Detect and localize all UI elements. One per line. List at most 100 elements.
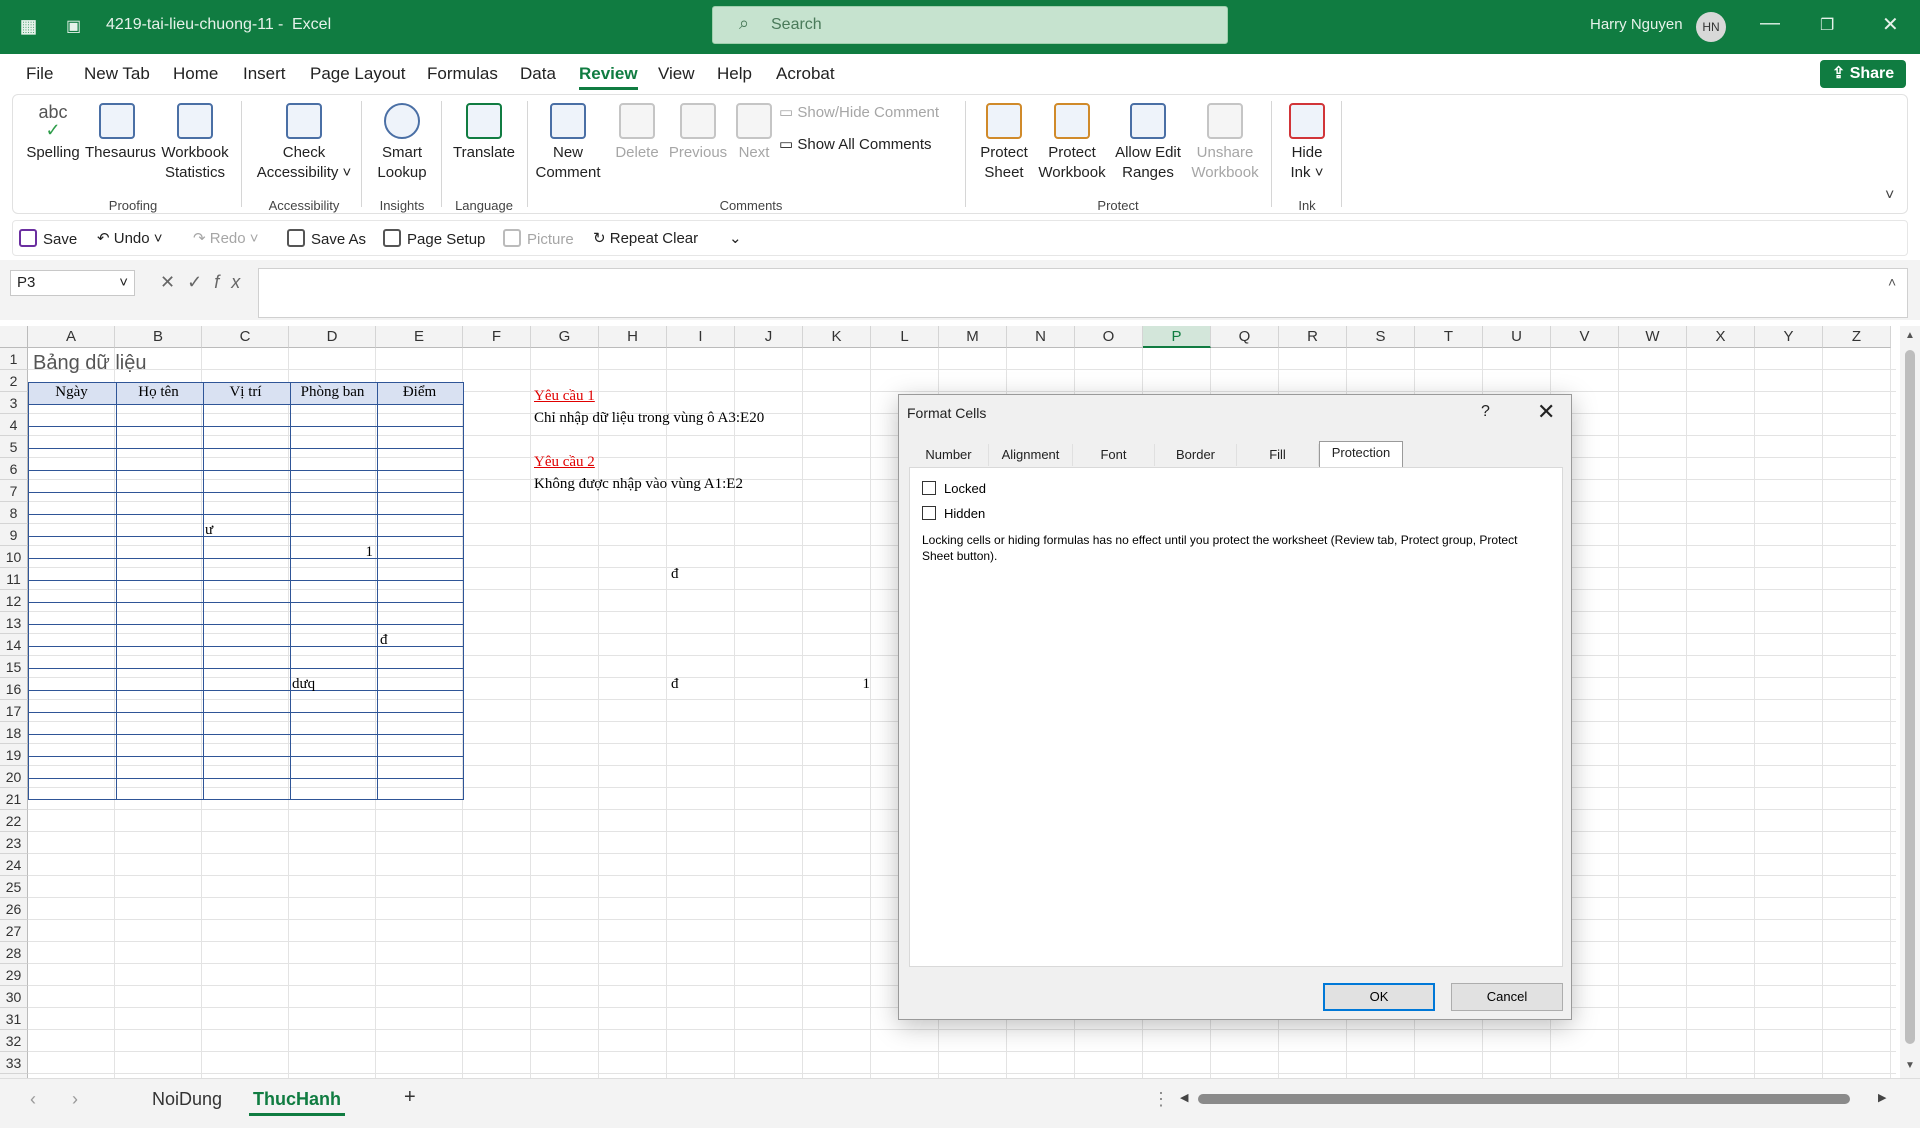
qat-redo-button[interactable]: ↷ Redo ˅ [193,229,259,247]
tab-view[interactable]: View [658,64,695,84]
row-header[interactable]: 32 [0,1030,28,1052]
column-header[interactable]: X [1687,326,1755,348]
scroll-right-icon[interactable]: ▶ [1878,1091,1886,1104]
locked-checkbox[interactable] [922,481,936,495]
column-header[interactable]: M [939,326,1007,348]
row-header[interactable]: 20 [0,766,28,788]
column-header[interactable]: N [1007,326,1075,348]
tab-file[interactable]: File [26,64,53,84]
row-header[interactable]: 30 [0,986,28,1008]
translate-button[interactable]: Translate [447,103,521,163]
column-header[interactable]: E [376,326,463,348]
scroll-up-icon[interactable]: ▲ [1905,330,1915,341]
expand-formula-bar-icon[interactable]: ˄ [1888,274,1896,290]
cell-e13[interactable]: đ [380,632,388,649]
spelling-button[interactable]: abc ✓ Spelling [25,103,81,163]
row-header[interactable]: 8 [0,502,28,524]
tab-number[interactable]: Number [909,444,989,466]
workbook-statistics-button[interactable]: Workbook Statistics [159,103,231,183]
row-header[interactable]: 16 [0,678,28,700]
column-header[interactable]: V [1551,326,1619,348]
row-header[interactable]: 21 [0,788,28,810]
check-accessibility-button[interactable]: Check Accessibility ˅ [249,103,359,183]
row-header[interactable]: 23 [0,832,28,854]
column-header[interactable]: I [667,326,735,348]
scroll-down-icon[interactable]: ▼ [1905,1060,1915,1071]
previous-comment-button[interactable]: Previous [667,103,729,163]
column-header[interactable]: Z [1823,326,1891,348]
cell-i10[interactable]: đ [671,566,679,583]
qat-page-setup-button[interactable]: Page Setup [383,229,485,248]
column-header[interactable]: F [463,326,531,348]
vertical-scrollbar[interactable]: ▲ ▼ [1900,326,1920,1078]
show-hide-comment-button[interactable]: ▭ Show/Hide Comment [779,103,959,123]
tab-protection[interactable]: Protection [1319,441,1403,467]
sheet-tab-noidung[interactable]: NoiDung [152,1089,222,1110]
requirement-1-text[interactable]: Chỉ nhập dữ liệu trong vùng ô A3:E20 [534,410,764,427]
column-header[interactable]: U [1483,326,1551,348]
column-header[interactable]: C [202,326,289,348]
tab-data[interactable]: Data [520,64,556,84]
tab-split-handle-icon[interactable]: ⋮ [1152,1089,1170,1110]
qat-save-button[interactable]: Save [19,229,77,248]
delete-comment-button[interactable]: Delete [609,103,665,163]
row-header[interactable]: 18 [0,722,28,744]
column-header[interactable]: Y [1755,326,1823,348]
column-header[interactable]: H [599,326,667,348]
tab-acrobat[interactable]: Acrobat [776,64,835,84]
row-header[interactable]: 13 [0,612,28,634]
row-header[interactable]: 10 [0,546,28,568]
tab-help[interactable]: Help [717,64,752,84]
smart-lookup-button[interactable]: Smart Lookup [369,103,435,183]
tab-fill[interactable]: Fill [1237,444,1319,466]
header-ho-ten[interactable]: Họ tên [115,384,202,401]
cell-k15[interactable]: 1 [800,676,871,693]
scroll-left-icon[interactable]: ◀ [1180,1091,1188,1104]
row-header[interactable]: 17 [0,700,28,722]
locked-label[interactable]: Locked [944,481,986,496]
tab-alignment[interactable]: Alignment [989,444,1073,466]
row-header[interactable]: 25 [0,876,28,898]
column-header[interactable]: L [871,326,939,348]
protect-workbook-button[interactable]: Protect Workbook [1035,103,1109,183]
row-header[interactable]: 14 [0,634,28,656]
horizontal-scroll-thumb[interactable] [1198,1094,1850,1104]
hidden-checkbox[interactable] [922,506,936,520]
column-header[interactable]: R [1279,326,1347,348]
row-header[interactable]: 31 [0,1008,28,1030]
column-header[interactable]: Q [1211,326,1279,348]
thesaurus-button[interactable]: Thesaurus [85,103,156,163]
search-box[interactable]: ⌕ Search [712,6,1228,44]
row-header[interactable]: 1 [0,348,28,370]
column-header[interactable]: D [289,326,376,348]
requirement-1-title[interactable]: Yêu cầu 1 [534,388,595,405]
user-name[interactable]: Harry Nguyen [1590,16,1683,33]
column-header[interactable]: B [115,326,202,348]
help-icon[interactable]: ? [1481,403,1490,421]
minimize-icon[interactable]: — [1760,12,1780,35]
sheet-tab-thuchanh[interactable]: ThucHanh [249,1089,345,1116]
vertical-scroll-thumb[interactable] [1905,350,1915,1044]
tab-border[interactable]: Border [1155,444,1237,466]
ok-button[interactable]: OK [1323,983,1435,1011]
row-header[interactable]: 2 [0,370,28,392]
tab-scroll-left-icon[interactable]: ‹ [30,1089,36,1110]
column-header[interactable]: P [1143,326,1211,348]
row-header[interactable]: 5 [0,436,28,458]
qat-customize-icon[interactable]: ⌄ [729,229,742,247]
row-header[interactable]: 28 [0,942,28,964]
cell-c8[interactable]: ư [205,522,213,539]
row-header[interactable]: 12 [0,590,28,612]
qat-save-as-button[interactable]: Save As [287,229,366,248]
show-all-comments-button[interactable]: ▭ Show All Comments [779,135,959,155]
tab-review[interactable]: Review [579,64,638,90]
qat-undo-button[interactable]: ↶ Undo ˅ [97,229,163,247]
row-header[interactable]: 26 [0,898,28,920]
tab-home[interactable]: Home [173,64,218,84]
column-header[interactable]: O [1075,326,1143,348]
sheet-title[interactable]: Bảng dữ liệu [33,352,146,375]
column-header[interactable]: T [1415,326,1483,348]
next-comment-button[interactable]: Next [729,103,779,163]
cell-d9[interactable]: 1 [289,544,374,561]
tab-scroll-right-icon[interactable]: › [72,1089,78,1110]
